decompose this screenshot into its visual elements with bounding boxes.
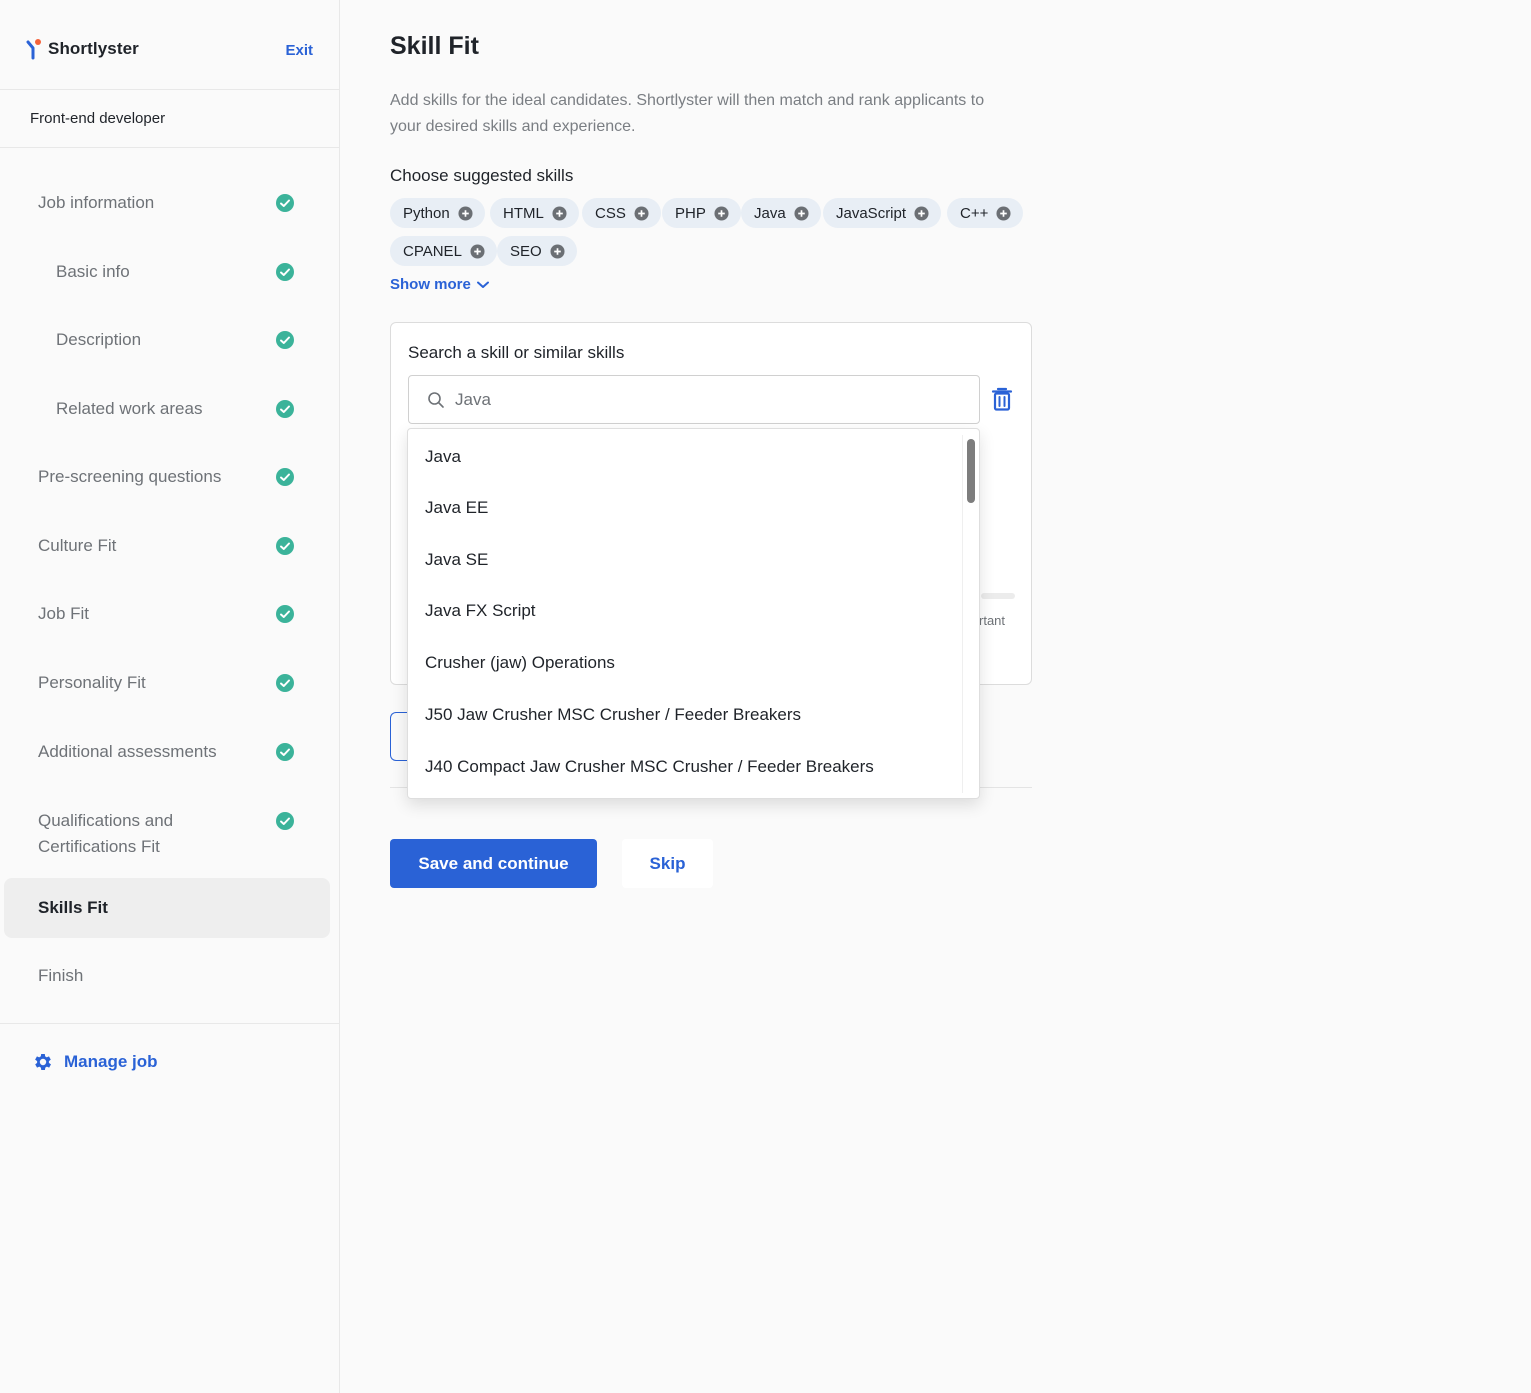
- steps-nav: Job information Basic info Description R…: [0, 148, 339, 1024]
- skill-chip-html[interactable]: HTML: [490, 198, 579, 228]
- dropdown-option[interactable]: Java FX Script: [425, 601, 536, 621]
- step-label: Skills Fit: [38, 898, 108, 917]
- importance-label: rtant: [979, 613, 1006, 628]
- plus-circle-icon: [996, 205, 1011, 221]
- dropdown-option[interactable]: Java EE: [425, 498, 488, 518]
- skill-chip-javascript[interactable]: JavaScript: [823, 198, 942, 228]
- show-more-link[interactable]: Show more: [390, 276, 489, 293]
- importance-slider-track[interactable]: [981, 593, 1015, 599]
- sidebar: Shortlyster Exit Front-end developer Job…: [0, 0, 340, 1393]
- plus-circle-icon: [634, 205, 649, 221]
- step-label: Personality Fit: [38, 673, 146, 692]
- step-label: Job information: [38, 193, 155, 212]
- step-label: Description: [56, 330, 142, 349]
- page-title: Skill Fit: [390, 32, 479, 60]
- skill-search-box: [408, 375, 980, 424]
- check-circle-icon: [276, 331, 294, 349]
- skill-chip-php[interactable]: PHP: [662, 198, 741, 228]
- check-circle-icon: [276, 537, 294, 555]
- skip-button[interactable]: Skip: [622, 839, 713, 888]
- dropdown-option[interactable]: J40 Compact Jaw Crusher MSC Crusher / Fe…: [425, 757, 874, 777]
- gear-icon: [35, 1054, 51, 1070]
- step-label: Related work areas: [56, 399, 203, 418]
- dropdown-scrollbar-thumb[interactable]: [967, 439, 975, 503]
- dropdown-option[interactable]: Java: [425, 447, 461, 467]
- skill-chip-cpanel[interactable]: CPANEL: [390, 236, 497, 266]
- skill-chip-java[interactable]: Java: [741, 198, 821, 228]
- skill-chip-label: CSS: [595, 204, 626, 222]
- skill-search-input[interactable]: [455, 386, 955, 414]
- skill-chip-label: PHP: [675, 204, 706, 222]
- skill-chip-label: C++: [960, 204, 989, 222]
- plus-circle-icon: [794, 205, 809, 221]
- step-label: Job Fit: [38, 604, 90, 623]
- step-label: Culture Fit: [38, 536, 117, 555]
- skill-chip-python[interactable]: Python: [390, 198, 485, 228]
- manage-job-link[interactable]: Manage job: [32, 1051, 158, 1073]
- page-description: Add skills for the ideal candidates. Sho…: [390, 92, 985, 135]
- check-circle-icon: [276, 743, 294, 761]
- dropdown-option[interactable]: J50 Jaw Crusher MSC Crusher / Feeder Bre…: [425, 705, 801, 725]
- plus-circle-icon: [470, 243, 485, 259]
- plus-circle-icon: [714, 205, 729, 221]
- plus-circle-icon: [552, 205, 567, 221]
- skill-suggestions-dropdown: Java Java EE Java SE Java FX Script Crus…: [407, 428, 980, 799]
- show-more-label: Show more: [390, 276, 471, 293]
- check-circle-icon: [276, 468, 294, 486]
- check-circle-icon: [276, 674, 294, 692]
- shortlyster-logo-icon: [26, 39, 41, 60]
- skill-chip-label: CPANEL: [403, 242, 462, 260]
- sidebar-header: Shortlyster Exit: [0, 0, 339, 90]
- step-label-line1: Qualifications and: [38, 811, 174, 830]
- skill-chip-label: SEO: [510, 242, 542, 260]
- plus-circle-icon: [550, 243, 565, 259]
- suggested-skills-title: Choose suggested skills: [390, 166, 574, 185]
- skill-chip-label: Python: [403, 204, 450, 222]
- step-label: Finish: [38, 966, 84, 985]
- search-skill-label: Search a skill or similar skills: [408, 343, 625, 362]
- check-circle-icon: [276, 812, 294, 830]
- skill-chip-label: HTML: [503, 204, 544, 222]
- step-label-line2: Certifications Fit: [38, 837, 160, 856]
- dropdown-option[interactable]: Crusher (jaw) Operations: [425, 653, 615, 673]
- step-label: Basic info: [56, 262, 130, 281]
- chevron-down-icon: [476, 281, 489, 288]
- step-label: Additional assessments: [38, 742, 217, 761]
- brand: Shortlyster: [26, 38, 139, 60]
- check-circle-icon: [276, 400, 294, 418]
- exit-link[interactable]: Exit: [285, 42, 313, 59]
- skill-chip-label: JavaScript: [836, 204, 907, 222]
- skill-chip-css[interactable]: CSS: [582, 198, 661, 228]
- skill-chip-seo[interactable]: SEO: [497, 236, 577, 266]
- manage-job-label: Manage job: [64, 1052, 158, 1071]
- check-circle-icon: [276, 263, 294, 281]
- step-label: Pre-screening questions: [38, 467, 222, 486]
- skill-chip-cpp[interactable]: C++: [947, 198, 1024, 228]
- search-icon: [428, 392, 444, 408]
- plus-circle-icon: [458, 205, 473, 221]
- job-title: Front-end developer: [0, 90, 339, 148]
- check-circle-icon: [276, 605, 294, 623]
- dropdown-option[interactable]: Java SE: [425, 550, 488, 570]
- skill-chip-label: Java: [754, 204, 786, 222]
- check-circle-icon: [276, 194, 294, 212]
- plus-circle-icon: [914, 205, 929, 221]
- trash-icon[interactable]: [990, 386, 1014, 412]
- brand-name: Shortlyster: [48, 39, 139, 58]
- save-and-continue-button[interactable]: Save and continue: [390, 839, 597, 888]
